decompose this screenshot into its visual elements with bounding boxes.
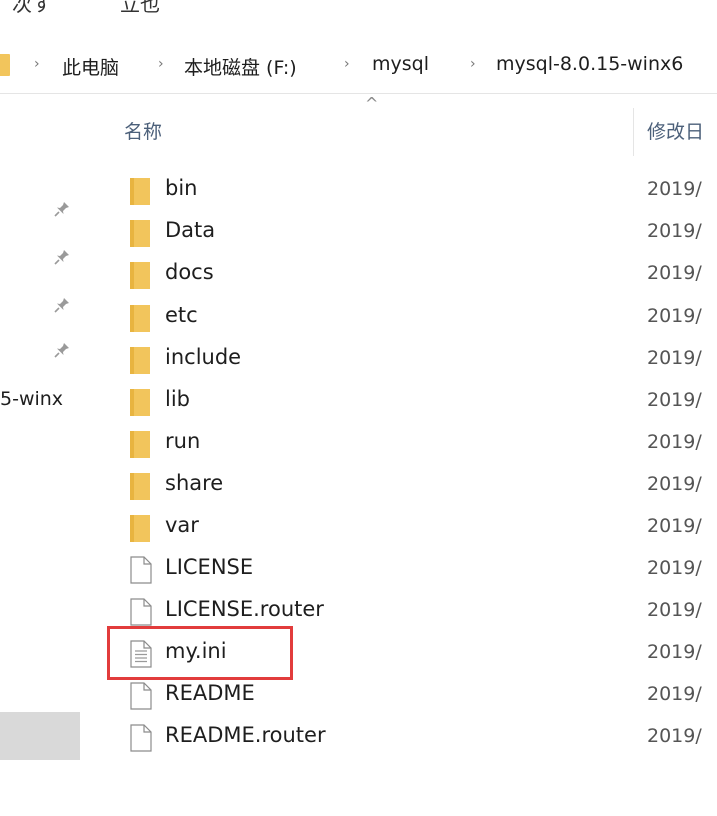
file-name: LICENSE xyxy=(165,555,254,579)
folder-icon xyxy=(130,515,150,542)
folder-icon xyxy=(130,389,150,416)
file-icon xyxy=(130,682,152,710)
file-icon xyxy=(130,598,152,626)
file-date: 2019/ xyxy=(647,347,702,369)
file-date: 2019/ xyxy=(647,725,702,747)
list-item-etc[interactable]: etc 2019/ xyxy=(0,296,717,338)
file-date: 2019/ xyxy=(647,178,702,200)
file-name: Data xyxy=(165,218,216,242)
file-name: etc xyxy=(165,303,198,327)
file-date: 2019/ xyxy=(647,431,702,453)
file-date: 2019/ xyxy=(647,599,702,621)
file-date: 2019/ xyxy=(647,220,702,242)
file-date: 2019/ xyxy=(647,641,702,663)
folder-icon xyxy=(130,305,150,332)
file-date: 2019/ xyxy=(647,557,702,579)
list-item-readme-router[interactable]: README.router 2019/ xyxy=(0,716,717,758)
file-name: run xyxy=(165,429,201,453)
file-date: 2019/ xyxy=(647,683,702,705)
file-list: bin 2019/ Data 2019/ docs 2019/ etc 2019… xyxy=(0,0,717,816)
file-date: 2019/ xyxy=(647,305,702,327)
file-date: 2019/ xyxy=(647,473,702,495)
list-item-run[interactable]: run 2019/ xyxy=(0,422,717,464)
list-item-lib[interactable]: lib 2019/ xyxy=(0,380,717,422)
folder-icon xyxy=(130,178,150,205)
file-name: LICENSE.router xyxy=(165,597,324,621)
file-date: 2019/ xyxy=(647,515,702,537)
list-item-readme[interactable]: README 2019/ xyxy=(0,674,717,716)
file-date: 2019/ xyxy=(647,262,702,284)
file-name: lib xyxy=(165,387,190,411)
file-name: share xyxy=(165,471,224,495)
folder-icon xyxy=(130,431,150,458)
file-name: README xyxy=(165,681,255,705)
file-icon xyxy=(130,556,152,584)
folder-icon xyxy=(130,347,150,374)
list-item-data[interactable]: Data 2019/ xyxy=(0,211,717,253)
file-date: 2019/ xyxy=(647,389,702,411)
list-item-include[interactable]: include 2019/ xyxy=(0,338,717,380)
highlight-annotation xyxy=(107,626,293,680)
file-icon xyxy=(130,724,152,752)
list-item-bin[interactable]: bin 2019/ xyxy=(0,169,717,211)
folder-icon xyxy=(130,262,150,289)
file-name: docs xyxy=(165,260,214,284)
list-item-license[interactable]: LICENSE 2019/ xyxy=(0,548,717,590)
list-item-share[interactable]: share 2019/ xyxy=(0,464,717,506)
file-name: bin xyxy=(165,176,198,200)
file-name: include xyxy=(165,345,242,369)
file-name: README.router xyxy=(165,723,326,747)
list-item-var[interactable]: var 2019/ xyxy=(0,506,717,548)
list-item-docs[interactable]: docs 2019/ xyxy=(0,253,717,295)
file-name: var xyxy=(165,513,199,537)
folder-icon xyxy=(130,220,150,247)
folder-icon xyxy=(130,473,150,500)
